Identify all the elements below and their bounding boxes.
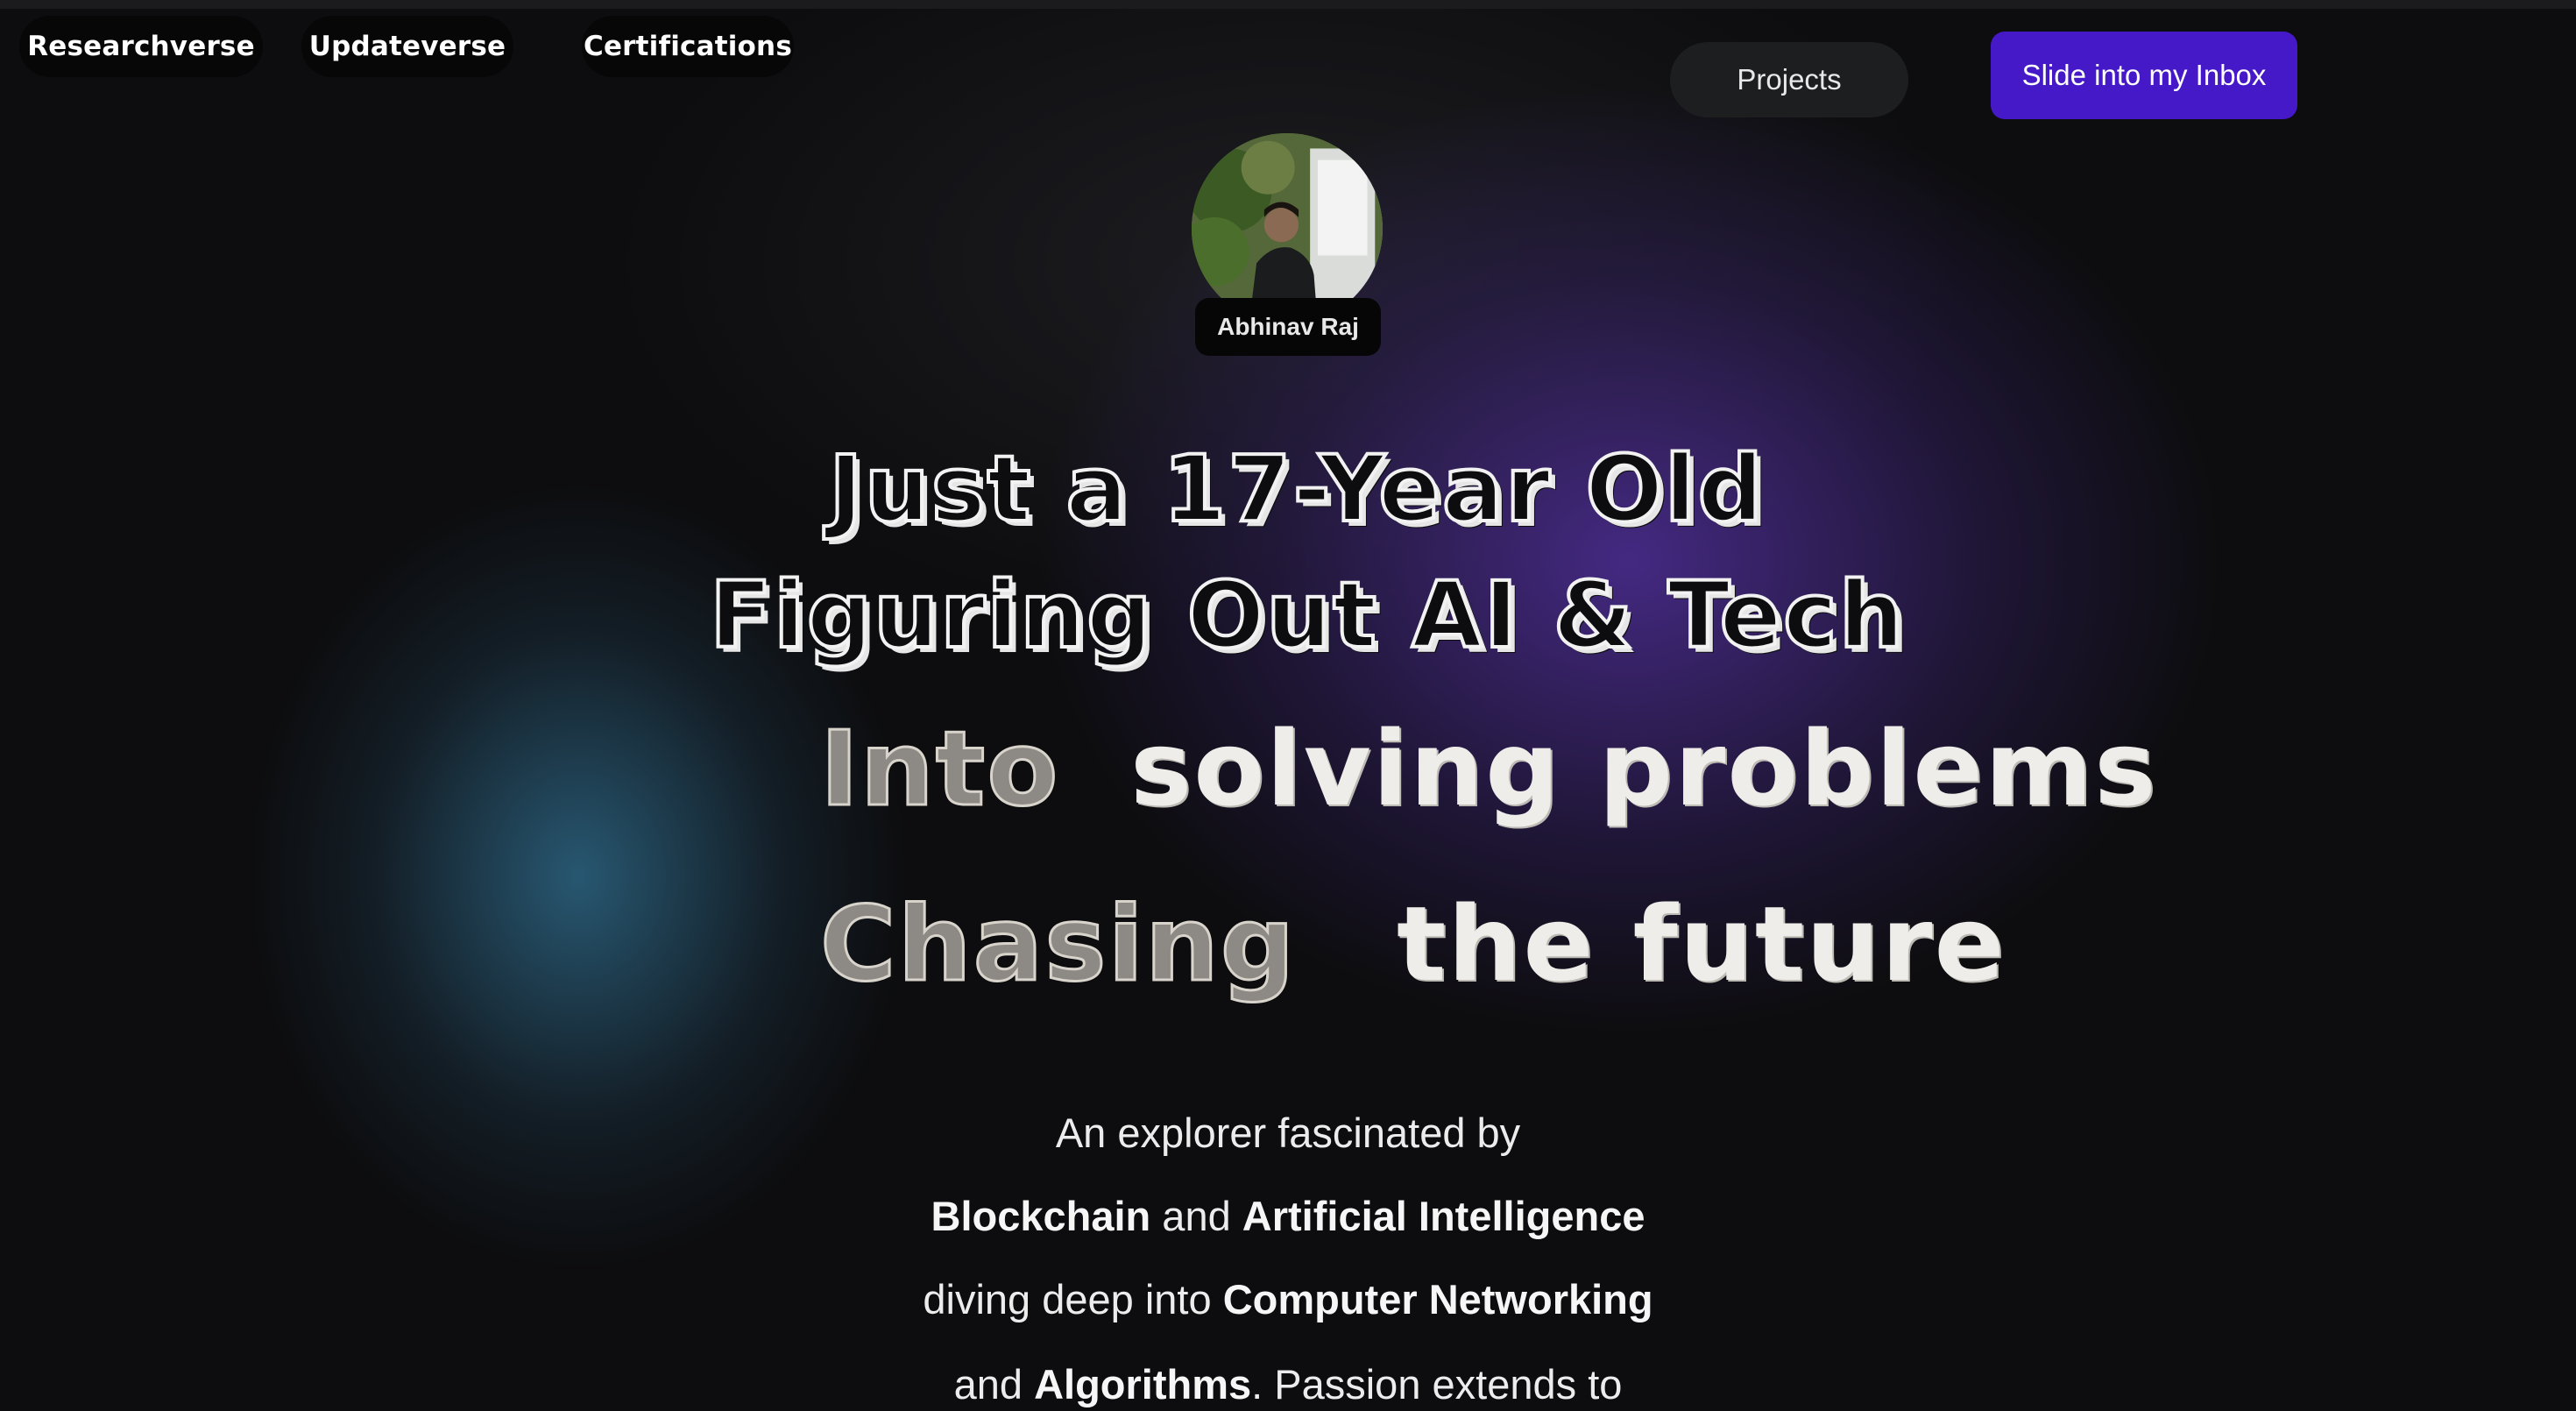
headline-line-3-prefix: Into — [818, 708, 1060, 829]
profile-name-badge: Abhinav Raj — [1195, 298, 1381, 356]
bio-line-2: Blockchain and Artificial Intelligence — [0, 1192, 2576, 1240]
bio-keyword-ai: Artificial Intelligence — [1242, 1193, 1645, 1239]
projects-button[interactable]: Projects — [1670, 42, 1908, 117]
bio-keyword-algorithms: Algorithms — [1034, 1361, 1252, 1407]
bio-text: diving deep into — [923, 1276, 1223, 1322]
nav-researchverse[interactable]: Researchverse — [19, 16, 263, 77]
contact-inbox-button[interactable]: Slide into my Inbox — [1991, 32, 2297, 119]
nav-updateverse[interactable]: Updateverse — [301, 16, 513, 77]
bio-text: An explorer fascinated by — [1055, 1110, 1521, 1156]
avatar — [1192, 133, 1383, 324]
bio-keyword-blockchain: Blockchain — [931, 1193, 1151, 1239]
bio-line-1: An explorer fascinated by — [0, 1109, 2576, 1157]
nav-certifications[interactable]: Certifications — [582, 16, 794, 77]
bio-text: and — [1150, 1193, 1242, 1239]
headline-line-4-rotating-text: the future — [1397, 883, 2006, 1004]
bio-line-3: diving deep into Computer Networking — [0, 1275, 2576, 1323]
bio-line-4: and Algorithms. Passion extends to — [0, 1360, 2576, 1408]
headline-line-1: Just a 17-Year Old — [827, 436, 1766, 542]
headline-line-2: Figuring Out AI & Tech — [708, 562, 1906, 669]
bio-keyword-networking: Computer Networking — [1222, 1276, 1653, 1322]
bio-text: . Passion extends to — [1251, 1361, 1623, 1407]
headline-line-4-prefix: Chasing — [818, 883, 1297, 1004]
headline-line-3-rotating-text: solving problems — [1130, 708, 2158, 829]
bio-text: and — [953, 1361, 1035, 1407]
top-border — [0, 0, 2576, 9]
person-photo-icon — [1192, 133, 1383, 324]
